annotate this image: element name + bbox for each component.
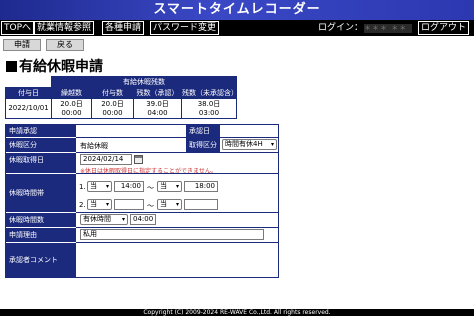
logout-button[interactable]: ログアウト: [418, 21, 470, 35]
summary-cell: 20.0日 00:00: [51, 98, 92, 119]
summary-header: 繰越数: [51, 87, 92, 99]
summary-cell: 20.0日 00:00: [91, 98, 134, 119]
chevron-down-icon: ▾: [270, 141, 274, 148]
summary-spacer: [6, 77, 52, 88]
app-window: スマートタイムレコーダー TOPへ 就業情報参照 各種申請 パスワード変更 ログ…: [0, 0, 474, 316]
summary-cell: 39.0日 04:00: [133, 98, 182, 119]
acquisition-type-select[interactable]: 時間有休4H ▾: [222, 139, 277, 150]
time-row-1-start-day-select[interactable]: 当 ▾: [87, 181, 112, 192]
menu-top[interactable]: TOPへ: [1, 21, 35, 35]
acquisition-type-value: 時間有休4H: [225, 140, 263, 148]
hours-type-value: 有休時間: [83, 215, 111, 223]
time-row-1-start-input[interactable]: 14:00: [114, 181, 144, 192]
start-day-value: 当: [90, 182, 97, 190]
time-row-2-end-input[interactable]: [184, 199, 218, 210]
label-reason: 申請理由: [6, 228, 76, 242]
end-day-value: 当: [160, 182, 167, 190]
summary-cell: 38.0日 03:00: [181, 98, 237, 119]
summary-header: 残数（未承認含）: [181, 87, 238, 99]
time-row-2-prefix: 2.: [79, 201, 86, 209]
square-bullet-icon: [6, 61, 17, 72]
time-row-2-separator: ～: [147, 202, 154, 210]
menu-work-info[interactable]: 就業情報参照: [34, 21, 95, 35]
summary-header: 残数（承認）: [133, 87, 182, 99]
page-title-text: 有給休暇申請: [19, 59, 103, 75]
menu-password-change[interactable]: パスワード変更: [150, 21, 220, 35]
row-divider: [76, 227, 279, 228]
leave-date-input[interactable]: 2024/02/14: [80, 154, 132, 165]
apply-button[interactable]: 申請: [3, 39, 41, 51]
label-approval-date: 承認日: [186, 125, 220, 137]
back-button[interactable]: 戻る: [46, 39, 84, 51]
row-divider: [76, 242, 279, 243]
menu-bar: TOPへ 就業情報参照 各種申請 パスワード変更 ログイン： ＊＊＊ ＊＊＊ ロ…: [0, 20, 474, 36]
chevron-down-icon: ▾: [175, 183, 179, 190]
row-divider: [76, 212, 279, 213]
time-row-1-separator: ～: [147, 184, 154, 192]
chevron-down-icon: ▾: [105, 183, 109, 190]
label-acquisition-type: 取得区分: [186, 138, 220, 152]
time-row-1-end-day-select[interactable]: 当 ▾: [157, 181, 182, 192]
footer-copyright: Copyright (C) 2009-2024 RE-WAVE Co.,Ltd.…: [0, 309, 474, 316]
login-user: ＊＊＊ ＊＊＊: [364, 24, 412, 33]
time-row-1-end-input[interactable]: 18:00: [184, 181, 218, 192]
row-divider: [76, 137, 279, 138]
label-leave-type: 休暇区分: [6, 138, 76, 152]
login-label: ログイン：: [318, 23, 364, 33]
label-leave-date: 休暇取得日: [6, 153, 76, 173]
time-row-2-end-day-select[interactable]: 当 ▾: [157, 199, 182, 210]
page-title: 有給休暇申請: [6, 56, 103, 76]
summary-caption: 有給休暇残数: [51, 76, 237, 88]
time-row-2-start-input[interactable]: [114, 199, 144, 210]
end-day-value: 当: [160, 200, 167, 208]
time-row-2-start-day-select[interactable]: 当 ▾: [87, 199, 112, 210]
label-time-range: 休暇時間帯: [6, 174, 76, 212]
leave-application-form: 申請承認 承認日 休暇区分 有給休暇 取得区分 時間有休4H ▾ 休暇取得日 2…: [5, 124, 279, 278]
app-title: スマートタイムレコーダー: [0, 0, 474, 20]
hours-type-select[interactable]: 有休時間 ▾: [80, 214, 128, 225]
time-row-1-prefix: 1.: [79, 183, 86, 191]
label-approver-comment: 承認者コメント: [6, 243, 76, 278]
label-approval: 申請承認: [6, 125, 76, 137]
paid-leave-summary-table: 有給休暇残数 付与日 繰越数 付与数 残数（承認） 残数（未承認含） 2022/…: [5, 76, 238, 119]
chevron-down-icon: ▾: [121, 216, 125, 223]
summary-header: 付与日: [5, 87, 52, 99]
chevron-down-icon: ▾: [105, 201, 109, 208]
leave-type-value: 有給休暇: [80, 142, 108, 150]
start-day-value: 当: [90, 200, 97, 208]
action-bar: 申請 戻る: [0, 38, 474, 52]
row-divider: [76, 173, 279, 174]
hours-value-input[interactable]: 04:00: [130, 214, 156, 225]
chevron-down-icon: ▾: [175, 201, 179, 208]
summary-cell: 2022/10/01: [5, 98, 52, 119]
summary-header: 付与数: [91, 87, 134, 99]
row-divider: [76, 152, 279, 153]
calendar-icon[interactable]: [134, 155, 143, 164]
reason-input[interactable]: 私用: [80, 229, 264, 240]
menu-applications[interactable]: 各種申請: [102, 21, 145, 35]
label-hours: 休暇時間数: [6, 213, 76, 227]
